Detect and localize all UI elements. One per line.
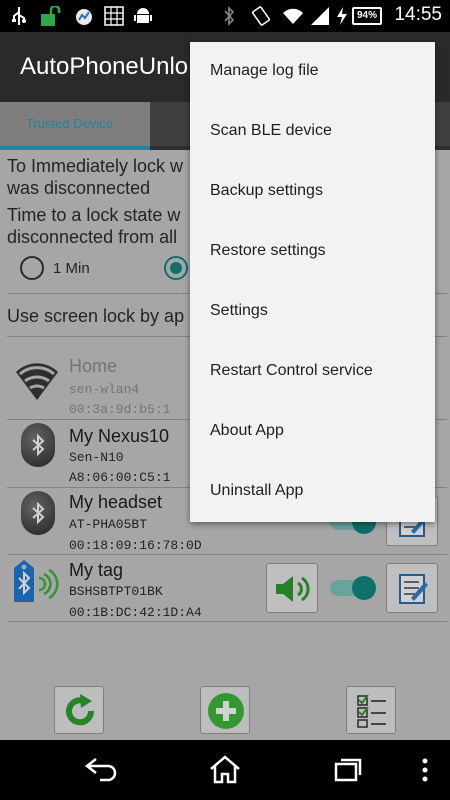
bluetooth-icon bbox=[224, 6, 235, 26]
back-icon[interactable] bbox=[84, 756, 118, 782]
menu-item-label: Settings bbox=[210, 302, 268, 319]
recents-icon[interactable] bbox=[333, 755, 365, 783]
grid-icon bbox=[104, 6, 124, 26]
menu-item-label: Manage log file bbox=[210, 62, 319, 79]
usb-icon bbox=[12, 7, 26, 25]
navigation-bar bbox=[0, 740, 450, 800]
battery-indicator: 94% bbox=[352, 7, 382, 25]
clock: 14:55 bbox=[394, 4, 442, 25]
menu-item-settings[interactable]: Settings bbox=[190, 282, 435, 342]
menu-item-label: Backup settings bbox=[210, 182, 323, 199]
menu-item-uninstall[interactable]: Uninstall App bbox=[190, 462, 435, 522]
overflow-menu: Manage log file Scan BLE device Backup s… bbox=[190, 42, 435, 522]
home-icon[interactable] bbox=[208, 754, 242, 784]
menu-item-label: Restore settings bbox=[210, 242, 326, 259]
wifi-icon bbox=[283, 8, 303, 24]
menu-item-restart-service[interactable]: Restart Control service bbox=[190, 342, 435, 402]
menu-item-backup[interactable]: Backup settings bbox=[190, 162, 435, 222]
unlock-icon bbox=[41, 6, 61, 26]
charging-icon bbox=[337, 7, 347, 25]
menu-item-label: Uninstall App bbox=[210, 482, 304, 499]
chart-icon bbox=[76, 9, 92, 25]
menu-item-label: Restart Control service bbox=[210, 362, 373, 379]
app-title: AutoPhoneUnlo bbox=[20, 53, 189, 80]
status-bar: 94% 14:55 bbox=[0, 0, 450, 32]
menu-item-restore[interactable]: Restore settings bbox=[190, 222, 435, 282]
menu-item-about[interactable]: About App bbox=[190, 402, 435, 462]
rotation-icon bbox=[251, 6, 271, 26]
menu-item-label: Scan BLE device bbox=[210, 122, 332, 139]
more-icon[interactable] bbox=[421, 758, 429, 782]
android-icon bbox=[134, 8, 152, 23]
signal-icon bbox=[311, 7, 329, 25]
menu-item-manage-log[interactable]: Manage log file bbox=[190, 42, 435, 102]
menu-item-label: About App bbox=[210, 422, 284, 439]
menu-item-scan-ble[interactable]: Scan BLE device bbox=[190, 102, 435, 162]
